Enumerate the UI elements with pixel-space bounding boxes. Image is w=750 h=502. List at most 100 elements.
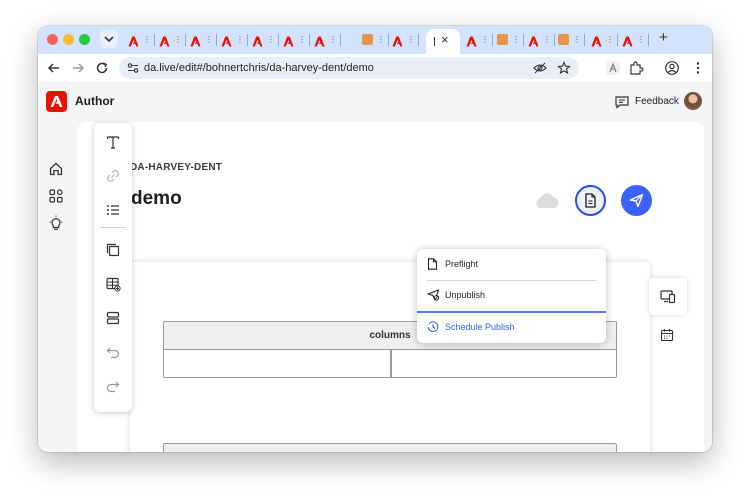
cell-divider [390, 350, 392, 377]
tab-title-truncated: ⋮ [637, 35, 645, 44]
unpublish-icon [427, 289, 440, 301]
home-icon[interactable] [48, 161, 64, 177]
tab-title-truncated: ⋮ [573, 35, 581, 44]
tab-title-truncated: ⋮ [174, 35, 182, 44]
profile-icon[interactable] [664, 60, 680, 76]
adobe-icon [221, 34, 232, 47]
tab-title-truncated: ⋮ [205, 35, 213, 44]
star-icon[interactable] [557, 61, 571, 75]
tab-separator [617, 34, 618, 46]
adobe-icon [392, 34, 403, 47]
breadcrumb[interactable]: DA-HARVEY-DENT [130, 162, 222, 173]
tab-separator [185, 34, 186, 46]
adobe-extension-icon[interactable] [605, 60, 621, 76]
send-icon [629, 193, 644, 208]
more-menu-icon[interactable] [690, 60, 706, 76]
tab-search-button[interactable] [100, 30, 118, 48]
text-icon[interactable] [105, 134, 121, 150]
menu-item-label: Schedule Publish [445, 322, 515, 332]
window-maximize-button[interactable] [79, 34, 90, 45]
tab-separator [492, 34, 493, 46]
orange-app-icon [558, 34, 569, 45]
forward-button[interactable] [70, 60, 86, 76]
library-icon[interactable] [105, 242, 121, 258]
tab-separator [523, 34, 524, 46]
calendar-icon[interactable] [660, 328, 674, 342]
eye-off-icon[interactable] [533, 61, 547, 75]
clock-icon [427, 321, 439, 333]
tab-title-truncated: ⋮ [377, 35, 385, 44]
redo-icon[interactable] [105, 379, 121, 395]
preview-button[interactable] [575, 185, 606, 216]
responsive-preview-button[interactable] [649, 278, 687, 315]
devices-icon [660, 290, 676, 304]
page-title: demo [131, 188, 182, 209]
cloud-icon [536, 193, 559, 208]
arrow-left-icon [47, 63, 59, 73]
avatar[interactable] [684, 92, 702, 110]
second-block-table[interactable] [163, 443, 617, 452]
section-icon[interactable] [105, 310, 121, 326]
extensions-puzzle-icon[interactable] [628, 60, 644, 76]
adobe-icon [622, 34, 633, 47]
document-icon [585, 193, 596, 208]
undo-icon[interactable] [105, 345, 121, 361]
browser-tab[interactable]: ⋮ [249, 31, 279, 49]
menu-item-preflight[interactable]: Preflight [417, 249, 606, 280]
browser-tab[interactable]: ⋮ [525, 31, 555, 49]
feedback-label: Feedback [635, 96, 679, 107]
link-icon[interactable] [105, 168, 121, 184]
browser-tab[interactable]: ⋮ [359, 31, 389, 49]
adobe-icon [190, 34, 201, 47]
tab-separator [648, 34, 649, 46]
tab-separator [216, 34, 217, 46]
browser-tab[interactable]: ⋮ [187, 31, 217, 49]
browser-tab[interactable]: ⋮ [494, 31, 524, 49]
app-title: Author [75, 94, 115, 108]
lightbulb-icon[interactable] [48, 215, 64, 231]
reload-button[interactable] [94, 60, 110, 76]
tab-separator [278, 34, 279, 46]
menu-item-unpublish[interactable]: Unpublish [417, 280, 606, 311]
tab-active[interactable]: × [426, 29, 460, 54]
new-tab-button[interactable]: + [659, 29, 668, 47]
tab-separator [309, 34, 310, 46]
browser-window: ⋮ ⋮ ⋮ ⋮ ⋮ ⋮ ⋮ ⋮ ⋮ ⋮ ⋮ ⋮ ⋮ ⋮ ⋮ × + da.live/edit#/bohner… [38, 26, 712, 452]
tab-separator [247, 34, 248, 46]
apps-icon[interactable] [48, 188, 64, 204]
address-bar[interactable]: da.live/edit#/bohnertchris/da-harvey-den… [119, 57, 579, 79]
browser-tab[interactable]: ⋮ [619, 31, 649, 49]
browser-tab[interactable]: ⋮ [555, 31, 585, 49]
window-close-button[interactable] [47, 34, 58, 45]
site-settings-icon[interactable] [126, 61, 140, 75]
chevron-down-icon [104, 36, 114, 43]
tab-strip: ⋮ ⋮ ⋮ ⋮ ⋮ ⋮ ⋮ ⋮ ⋮ ⋮ ⋮ ⋮ ⋮ ⋮ ⋮ × + [38, 26, 712, 54]
browser-tab[interactable]: ⋮ [156, 31, 186, 49]
browser-tab[interactable]: ⋮ [463, 31, 493, 49]
browser-tab[interactable]: ⋮ [588, 31, 618, 49]
app-area: Author Feedback DA-HARVEY-DENT demo colu… [38, 82, 712, 452]
tab-separator [340, 34, 341, 46]
arrow-right-icon [73, 63, 85, 73]
window-minimize-button[interactable] [63, 34, 74, 45]
browser-tab[interactable]: ⋮ [218, 31, 248, 49]
document-icon [427, 258, 438, 270]
tab-separator [584, 34, 585, 46]
menu-item-schedule-publish[interactable]: Schedule Publish [417, 312, 606, 343]
adobe-logo-icon[interactable] [46, 91, 67, 112]
publish-button[interactable] [621, 185, 652, 216]
browser-tab[interactable]: ⋮ [311, 31, 341, 49]
table-add-icon[interactable] [105, 276, 121, 292]
browser-tab[interactable]: ⋮ [280, 31, 310, 49]
browser-tab[interactable]: ⋮ [389, 31, 419, 49]
adobe-icon [252, 34, 263, 47]
list-icon[interactable] [105, 202, 121, 218]
back-button[interactable] [46, 60, 62, 76]
adobe-icon [528, 34, 539, 47]
tab-separator [154, 34, 155, 46]
browser-tab[interactable]: ⋮ [125, 31, 155, 49]
tab-close-button[interactable]: × [441, 32, 449, 48]
adobe-icon [591, 34, 602, 47]
tab-title-truncated: ⋮ [236, 35, 244, 44]
reload-icon [96, 62, 108, 74]
